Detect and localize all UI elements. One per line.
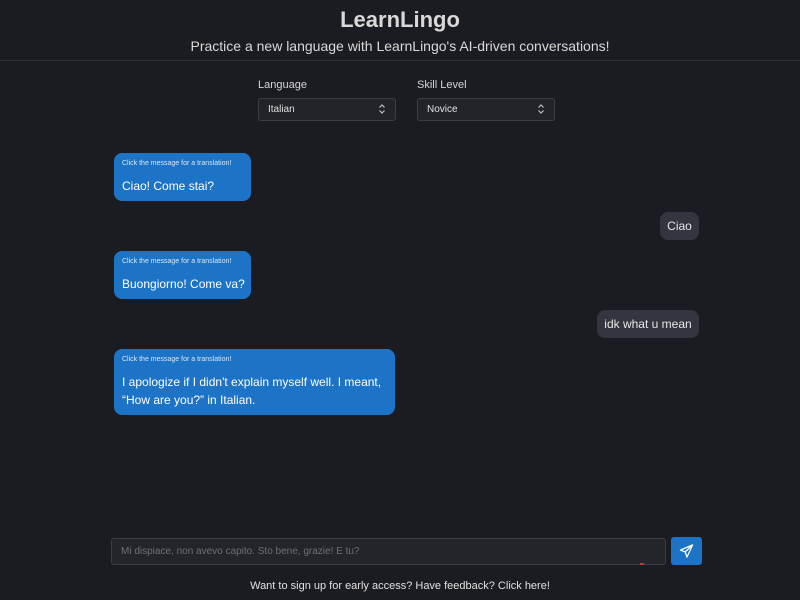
chevron-updown-icon [379,104,385,114]
user-message: idk what u mean [597,310,699,338]
message-input[interactable] [111,538,666,565]
paper-plane-icon [679,544,694,558]
skill-level-select-value: Novice [427,104,458,115]
bot-message[interactable]: Click the message for a translation! I a… [114,349,395,415]
bot-message-text: Ciao! Come stai? [122,179,215,193]
user-message: Ciao [660,212,699,240]
spellcheck-marker [640,563,644,565]
bot-message-text-line-2: “How are you?” in Italian. [122,393,256,407]
page-title: LearnLingo [340,7,460,32]
bot-message-text-line-1: I apologize if I didn't explain myself w… [122,375,382,389]
language-select-value: Italian [268,104,295,115]
language-select[interactable]: Italian [258,98,396,121]
bot-message[interactable]: Click the message for a translation! Cia… [114,153,251,201]
skill-level-label: Skill Level [417,79,467,91]
header: LearnLingo Practice a new language with … [0,0,800,61]
translation-hint: Click the message for a translation! [122,356,232,363]
translation-hint: Click the message for a translation! [122,258,232,265]
chevron-updown-icon [538,104,544,114]
translation-hint: Click the message for a translation! [122,160,232,167]
user-message-text: Ciao [667,219,692,233]
bot-message[interactable]: Click the message for a translation! Buo… [114,251,251,299]
language-label: Language [258,79,307,91]
feedback-link[interactable]: Want to sign up for early access? Have f… [0,580,800,592]
app-page: LearnLingo Practice a new language with … [0,0,800,600]
bot-message-text: Buongiorno! Come va? [122,277,245,291]
user-message-text: idk what u mean [604,317,692,331]
skill-level-select[interactable]: Novice [417,98,555,121]
page-subtitle: Practice a new language with LearnLingo'… [190,38,610,54]
send-button[interactable] [671,537,702,565]
